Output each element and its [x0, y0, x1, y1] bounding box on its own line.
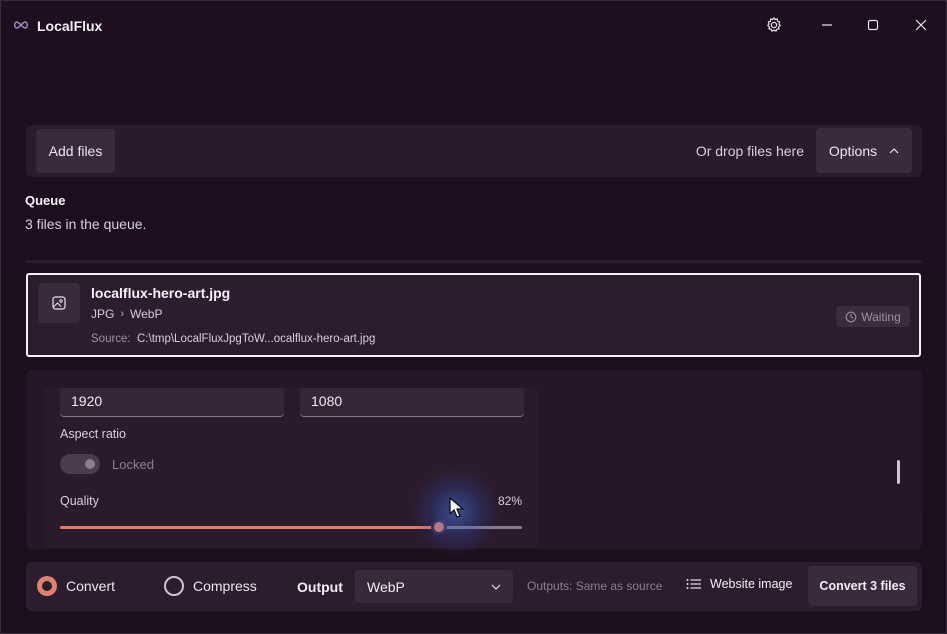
- output-label: Output: [297, 579, 343, 595]
- resize-settings: 1920 1080 Aspect ratio Locked Quality 82…: [44, 388, 538, 548]
- clock-icon: [845, 311, 857, 322]
- quality-slider-fill: [60, 526, 439, 529]
- height-input[interactable]: 1080: [300, 388, 524, 417]
- maximize-button[interactable]: [861, 13, 885, 37]
- file-from-format: JPG: [91, 307, 115, 321]
- options-label: Options: [828, 142, 878, 159]
- quality-slider-track[interactable]: [60, 526, 522, 529]
- arrow-right-icon: ›: [120, 308, 125, 320]
- title-bar: LocalFlux: [1, 1, 947, 49]
- list-icon: [686, 579, 701, 589]
- add-files-button[interactable]: Add files: [36, 129, 115, 173]
- status-text: Waiting: [861, 309, 901, 324]
- aspect-ratio-state: Locked: [112, 457, 154, 472]
- options-button[interactable]: Options: [816, 128, 912, 173]
- chevron-down-icon: [491, 584, 501, 590]
- quality-value: 82%: [497, 494, 522, 508]
- settings-button[interactable]: [762, 13, 786, 37]
- file-name: localflux-hero-art.jpg: [91, 285, 231, 301]
- minimize-icon: [822, 24, 832, 26]
- add-files-bar: Add files Or drop files here Options: [26, 125, 922, 177]
- status-badge: Waiting: [836, 306, 910, 327]
- app-window: LocalFlux Add files Or drop files here O…: [0, 0, 947, 634]
- aspect-ratio-label: Aspect ratio: [60, 427, 127, 441]
- convert-radio-label: Convert: [66, 578, 116, 594]
- drop-zone-text[interactable]: Or drop files here: [696, 143, 804, 159]
- queue-title: Queue: [25, 193, 66, 208]
- action-bar: Convert Compress Output WebP Outputs: Sa…: [26, 562, 922, 611]
- source-path: C:\tmp\LocalFluxJpgToW...ocalflux-hero-a…: [137, 333, 376, 345]
- toggle-knob: [85, 459, 95, 469]
- app-title: LocalFlux: [37, 18, 103, 34]
- radio-selected-icon: [37, 576, 57, 596]
- quality-slider-thumb[interactable]: [430, 519, 447, 535]
- close-button[interactable]: [909, 13, 933, 37]
- outputs-note: Outputs: Same as source: [527, 579, 663, 593]
- file-thumbnail: [38, 283, 80, 323]
- chevron-up-icon: [889, 147, 899, 153]
- options-panel: 1920 1080 Aspect ratio Locked Quality 82…: [26, 370, 922, 549]
- convert-files-button[interactable]: Convert 3 files: [808, 566, 917, 606]
- width-input[interactable]: 1920: [60, 388, 284, 417]
- radio-unselected-icon: [164, 576, 184, 596]
- queue-item[interactable]: localflux-hero-art.jpg JPG › WebP Source…: [26, 273, 921, 357]
- aspect-ratio-toggle[interactable]: [60, 454, 100, 474]
- close-icon: [915, 19, 927, 31]
- gear-icon: [767, 17, 781, 32]
- source-label: Source:: [91, 333, 131, 345]
- image-icon: [52, 296, 66, 310]
- compress-radio-label: Compress: [193, 578, 257, 594]
- website-image-button[interactable]: Website image: [686, 577, 792, 591]
- infinity-logo-icon: [14, 21, 28, 29]
- list-divider: [26, 260, 922, 263]
- quality-label: Quality: [60, 494, 99, 508]
- compress-radio[interactable]: Compress: [164, 576, 257, 596]
- panel-scrollbar[interactable]: [897, 460, 900, 484]
- queue-count: 3 files in the queue.: [25, 216, 147, 232]
- file-to-format: WebP: [130, 307, 163, 321]
- website-image-label: Website image: [710, 577, 793, 591]
- output-format-value: WebP: [367, 578, 405, 595]
- minimize-button[interactable]: [815, 13, 839, 37]
- output-format-select[interactable]: WebP: [355, 570, 513, 603]
- convert-radio[interactable]: Convert: [37, 576, 115, 596]
- maximize-icon: [867, 19, 879, 31]
- file-conversion: JPG › WebP: [91, 307, 162, 321]
